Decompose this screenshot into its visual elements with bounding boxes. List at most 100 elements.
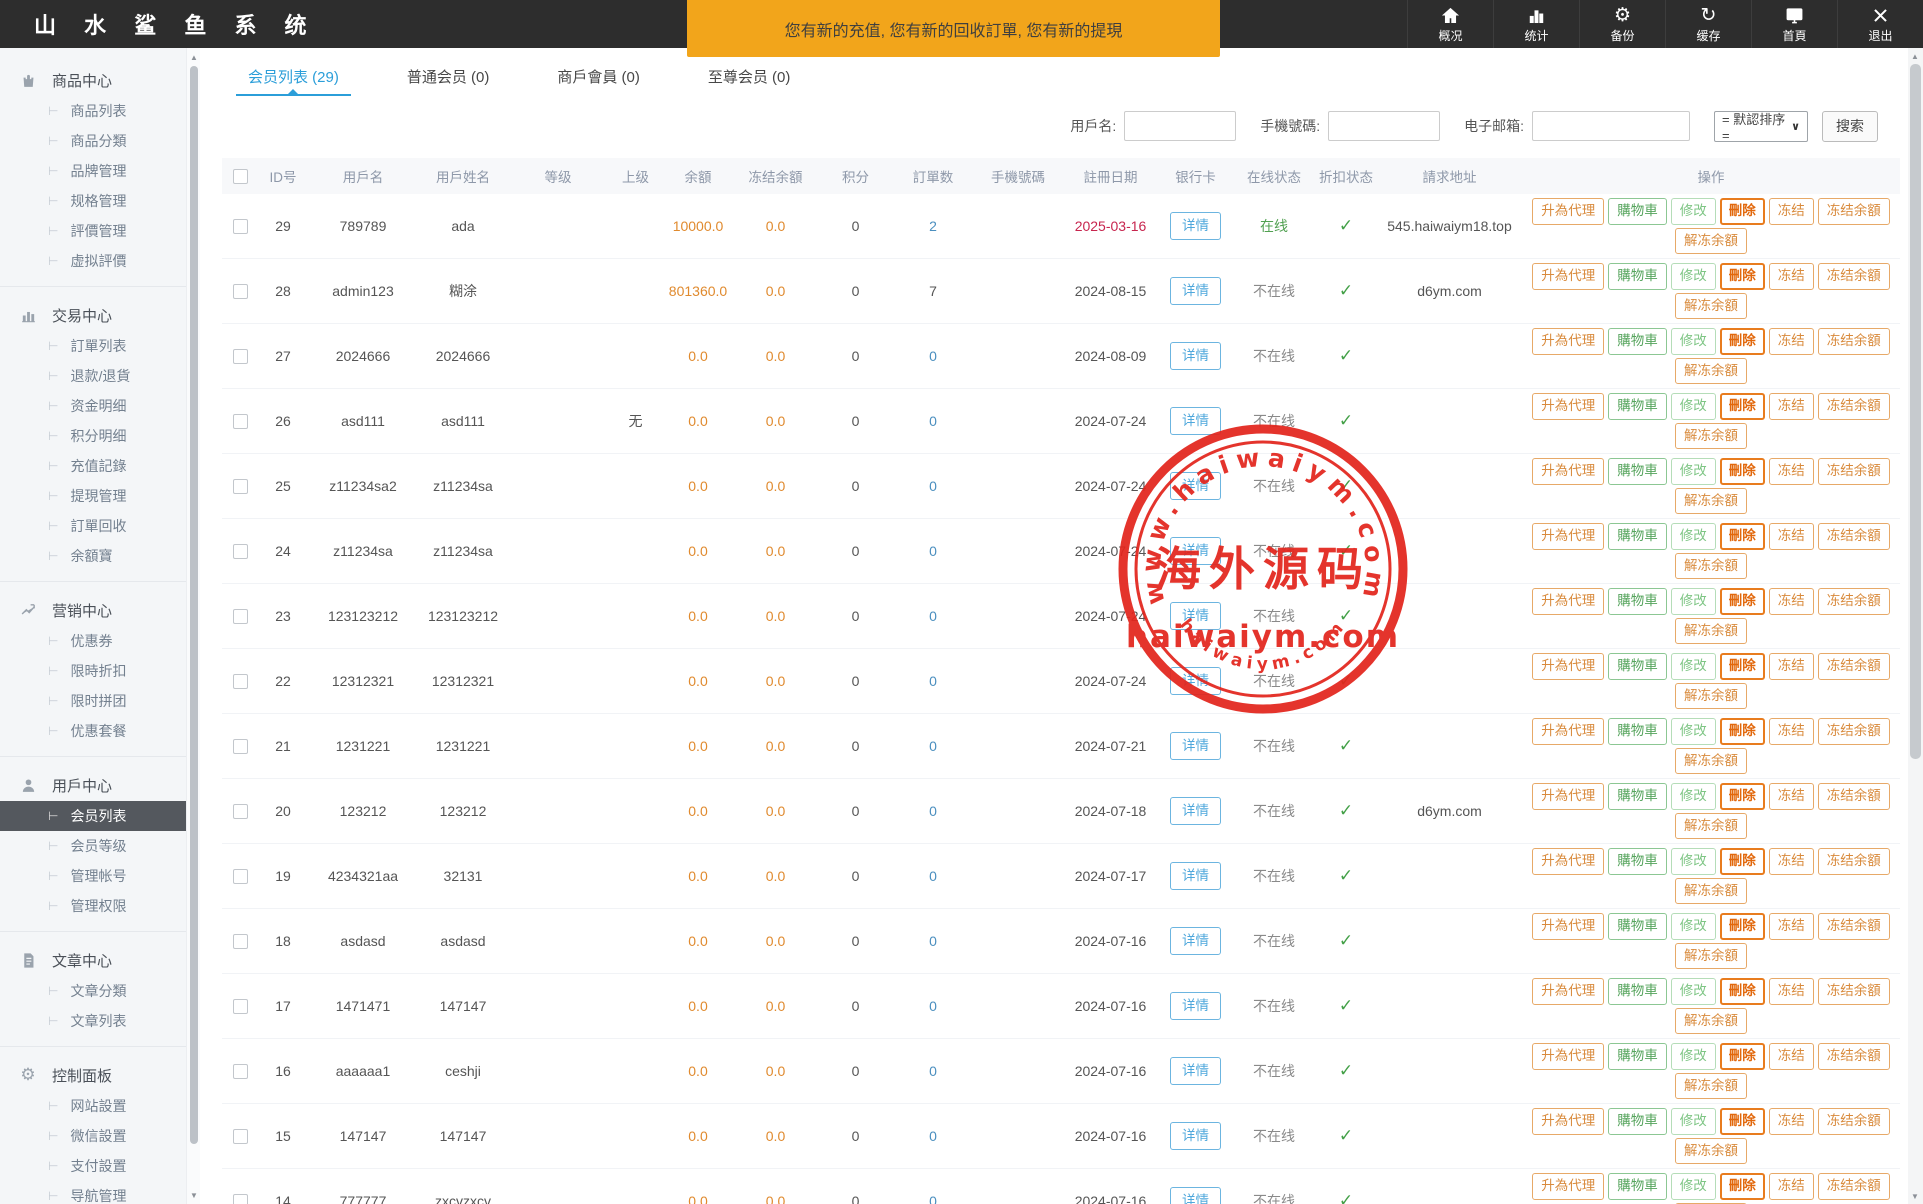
freeze-button[interactable]: 冻结 [1769, 393, 1814, 420]
page-scroll-thumb[interactable] [1910, 64, 1921, 759]
sidebar-section-header[interactable]: 文章中心 [0, 944, 186, 976]
sidebar-scroll-thumb[interactable] [190, 66, 198, 1144]
row-checkbox[interactable] [233, 609, 248, 624]
unfreeze-balance-button[interactable]: 解冻余額 [1675, 293, 1747, 320]
promote-agent-button[interactable]: 升為代理 [1532, 588, 1604, 615]
promote-agent-button[interactable]: 升為代理 [1532, 393, 1604, 420]
row-checkbox[interactable] [233, 1129, 248, 1144]
freeze-balance-button[interactable]: 冻结余額 [1818, 458, 1890, 485]
cart-button[interactable]: 購物車 [1608, 1173, 1667, 1200]
freeze-button[interactable]: 冻结 [1769, 588, 1814, 615]
sidebar-section-header[interactable]: ⚙控制面板 [0, 1059, 186, 1091]
edit-button[interactable]: 修改 [1671, 198, 1716, 225]
topnav-gear[interactable]: ⚙备份 [1579, 0, 1665, 48]
cart-button[interactable]: 購物車 [1608, 458, 1667, 485]
unfreeze-balance-button[interactable]: 解冻余額 [1675, 228, 1747, 255]
freeze-button[interactable]: 冻结 [1769, 458, 1814, 485]
unfreeze-balance-button[interactable]: 解冻余額 [1675, 748, 1747, 775]
row-checkbox[interactable] [233, 1064, 248, 1079]
sidebar-section-header[interactable]: 商品中心 [0, 64, 186, 96]
cart-button[interactable]: 購物車 [1608, 848, 1667, 875]
freeze-balance-button[interactable]: 冻结余額 [1818, 978, 1890, 1005]
freeze-button[interactable]: 冻结 [1769, 718, 1814, 745]
edit-button[interactable]: 修改 [1671, 1173, 1716, 1200]
row-checkbox[interactable] [233, 284, 248, 299]
unfreeze-balance-button[interactable]: 解冻余額 [1675, 943, 1747, 970]
freeze-balance-button[interactable]: 冻结余額 [1818, 198, 1890, 225]
unfreeze-balance-button[interactable]: 解冻余額 [1675, 488, 1747, 515]
cart-button[interactable]: 購物車 [1608, 263, 1667, 290]
promote-agent-button[interactable]: 升為代理 [1532, 783, 1604, 810]
sidebar-item[interactable]: ⊢导航管理 [0, 1181, 186, 1204]
promote-agent-button[interactable]: 升為代理 [1532, 198, 1604, 225]
row-checkbox[interactable] [233, 739, 248, 754]
unfreeze-balance-button[interactable]: 解冻余額 [1675, 553, 1747, 580]
freeze-balance-button[interactable]: 冻结余額 [1818, 263, 1890, 290]
cart-button[interactable]: 購物車 [1608, 1043, 1667, 1070]
sidebar-item[interactable]: ⊢管理帐号 [0, 861, 186, 891]
unfreeze-balance-button[interactable]: 解冻余額 [1675, 1138, 1747, 1165]
phone-input[interactable] [1328, 111, 1440, 141]
sidebar-item[interactable]: ⊢规格管理 [0, 186, 186, 216]
promote-agent-button[interactable]: 升為代理 [1532, 1173, 1604, 1200]
bank-detail-button[interactable]: 详情 [1170, 1187, 1221, 1204]
bank-detail-button[interactable]: 详情 [1170, 732, 1221, 761]
sidebar-item[interactable]: ⊢优惠套餐 [0, 716, 186, 746]
username-input[interactable] [1124, 111, 1236, 141]
bank-detail-button[interactable]: 详情 [1170, 992, 1221, 1021]
sidebar-item[interactable]: ⊢退款/退貨 [0, 361, 186, 391]
freeze-balance-button[interactable]: 冻结余額 [1818, 718, 1890, 745]
scroll-up-icon[interactable]: ▲ [1908, 49, 1922, 63]
promote-agent-button[interactable]: 升為代理 [1532, 848, 1604, 875]
edit-button[interactable]: 修改 [1671, 328, 1716, 355]
sidebar-section-header[interactable]: 营销中心 [0, 594, 186, 626]
freeze-balance-button[interactable]: 冻结余額 [1818, 393, 1890, 420]
sidebar-item[interactable]: ⊢商品列表 [0, 96, 186, 126]
freeze-button[interactable]: 冻结 [1769, 913, 1814, 940]
cart-button[interactable]: 購物車 [1608, 393, 1667, 420]
cart-button[interactable]: 購物車 [1608, 1108, 1667, 1135]
cart-button[interactable]: 購物車 [1608, 198, 1667, 225]
freeze-balance-button[interactable]: 冻结余額 [1818, 653, 1890, 680]
promote-agent-button[interactable]: 升為代理 [1532, 913, 1604, 940]
cart-button[interactable]: 購物車 [1608, 978, 1667, 1005]
sidebar-item[interactable]: ⊢品牌管理 [0, 156, 186, 186]
bank-detail-button[interactable]: 详情 [1170, 1057, 1221, 1086]
freeze-balance-button[interactable]: 冻结余額 [1818, 1043, 1890, 1070]
row-checkbox[interactable] [233, 219, 248, 234]
sidebar-item[interactable]: ⊢訂單列表 [0, 331, 186, 361]
sidebar-item[interactable]: ⊢积分明细 [0, 421, 186, 451]
freeze-button[interactable]: 冻结 [1769, 783, 1814, 810]
delete-button[interactable]: 刪除 [1720, 198, 1765, 225]
unfreeze-balance-button[interactable]: 解冻余額 [1675, 813, 1747, 840]
row-checkbox[interactable] [233, 999, 248, 1014]
sidebar-item[interactable]: ⊢商品分類 [0, 126, 186, 156]
freeze-balance-button[interactable]: 冻结余額 [1818, 1108, 1890, 1135]
sidebar-item[interactable]: ⊢会员列表 [0, 801, 186, 831]
delete-button[interactable]: 刪除 [1720, 1108, 1765, 1135]
unfreeze-balance-button[interactable]: 解冻余額 [1675, 1008, 1747, 1035]
unfreeze-balance-button[interactable]: 解冻余額 [1675, 618, 1747, 645]
freeze-button[interactable]: 冻结 [1769, 198, 1814, 225]
tab-item[interactable]: 至尊会员 (0) [696, 64, 803, 96]
cart-button[interactable]: 購物車 [1608, 913, 1667, 940]
bank-detail-button[interactable]: 详情 [1170, 537, 1221, 566]
freeze-balance-button[interactable]: 冻结余額 [1818, 588, 1890, 615]
freeze-button[interactable]: 冻结 [1769, 263, 1814, 290]
delete-button[interactable]: 刪除 [1720, 783, 1765, 810]
edit-button[interactable]: 修改 [1671, 523, 1716, 550]
freeze-balance-button[interactable]: 冻结余額 [1818, 1173, 1890, 1200]
row-checkbox[interactable] [233, 804, 248, 819]
search-button[interactable]: 搜索 [1822, 111, 1878, 142]
edit-button[interactable]: 修改 [1671, 1108, 1716, 1135]
tab-item[interactable]: 商戶會員 (0) [545, 64, 652, 96]
topnav-refresh[interactable]: ↻缓存 [1665, 0, 1751, 48]
topnav-stats[interactable]: 统计 [1493, 0, 1579, 48]
promote-agent-button[interactable]: 升為代理 [1532, 1108, 1604, 1135]
delete-button[interactable]: 刪除 [1720, 848, 1765, 875]
delete-button[interactable]: 刪除 [1720, 913, 1765, 940]
edit-button[interactable]: 修改 [1671, 718, 1716, 745]
freeze-button[interactable]: 冻结 [1769, 848, 1814, 875]
topnav-monitor[interactable]: 首頁 [1751, 0, 1837, 48]
unfreeze-balance-button[interactable]: 解冻余額 [1675, 423, 1747, 450]
